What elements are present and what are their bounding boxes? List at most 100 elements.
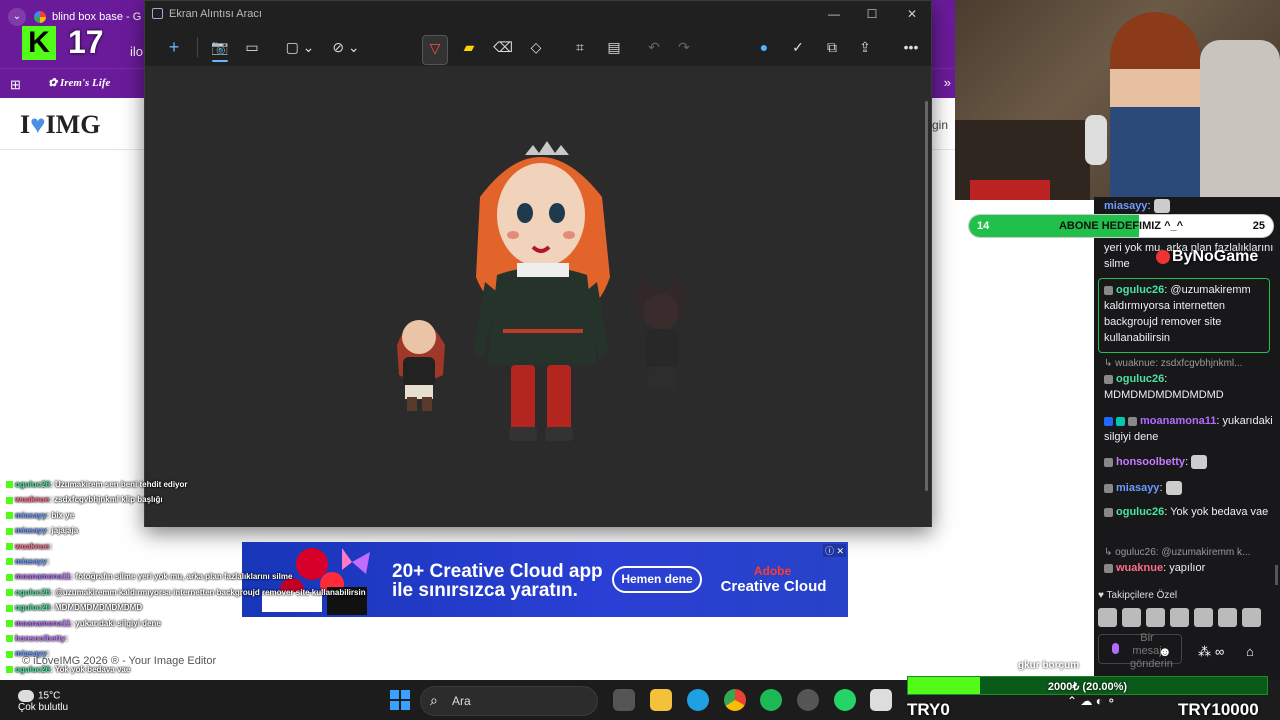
edge-icon[interactable] <box>687 689 709 711</box>
emote-icon[interactable] <box>1122 608 1141 627</box>
overlay-username: oguluc26 <box>15 480 51 489</box>
overlay-text: : Uzumakirem sen beni tehdit ediyor <box>50 480 188 489</box>
donation-goal-bar: 2000₺ (20.00%) <box>907 676 1268 695</box>
chat-username[interactable]: oguluc26 <box>1116 506 1164 518</box>
chat-message: miasayy: <box>1104 480 1274 496</box>
done-check-icon[interactable]: ✓ <box>785 35 811 59</box>
emoji-icon[interactable]: ☻ <box>1158 644 1172 659</box>
bookmarks-more-icon[interactable]: » <box>944 75 951 90</box>
redo-icon[interactable]: ↷ <box>671 35 697 59</box>
chat-message: honsoolbetty: <box>1104 454 1274 470</box>
file-explorer-icon[interactable] <box>650 689 672 711</box>
chat-scrollbar[interactable] <box>1275 565 1278 585</box>
text-actions-icon[interactable]: ▤ <box>601 35 627 59</box>
reply-text: wuaknue: zsdxfcgvbhjnkml... <box>1115 358 1243 369</box>
chrome-taskbar-icon[interactable] <box>724 689 746 711</box>
undo-icon[interactable]: ↶ <box>641 35 667 59</box>
weather-widget[interactable]: 15°C Çok bulutlu <box>18 690 68 713</box>
bookmark-label: Irem's Life <box>59 77 111 89</box>
minimize-button[interactable]: — <box>819 5 849 23</box>
badge-icon <box>1116 416 1125 426</box>
iloveimg-logo[interactable]: I♥IMG <box>20 110 100 140</box>
overlay-text: : yukarıdaki silgiyi dene <box>70 618 161 628</box>
chat-username[interactable]: moanamona11 <box>1140 415 1216 427</box>
ad-banner[interactable]: 20+ Creative Cloud app ile sınırsızca ya… <box>242 542 848 617</box>
start-button[interactable] <box>390 690 410 710</box>
overlay-chat-line: oguluc26: @uzumakiremm kaldırmıyorsa int… <box>6 588 366 603</box>
close-button[interactable]: ✕ <box>897 5 927 23</box>
emote-bar <box>1098 608 1261 627</box>
taskbar-search[interactable] <box>420 686 598 716</box>
microphone-icon[interactable] <box>1112 643 1119 654</box>
video-mode-icon[interactable]: ▭ <box>239 35 265 59</box>
vertical-scrollbar[interactable] <box>925 101 928 491</box>
obs-icon[interactable] <box>797 689 819 711</box>
screenshot-mode-icon[interactable]: 📷 <box>207 35 233 62</box>
snip-canvas[interactable] <box>145 67 931 527</box>
kick-counter: 17 <box>68 24 104 60</box>
more-options-icon[interactable]: ••• <box>898 35 924 59</box>
system-tray[interactable]: ⌃ ☁ ◐ ⚬ <box>1067 694 1116 708</box>
window-titlebar[interactable]: Ekran Alıntısı Aracı — ☐ ✕ <box>145 1 931 27</box>
faded-doll-figure <box>637 277 685 389</box>
tab-list-button[interactable]: ⌄ <box>8 8 26 26</box>
spotify-icon[interactable] <box>760 689 782 711</box>
chat-username[interactable]: miasayy <box>1104 200 1147 212</box>
emote-icon[interactable] <box>1194 608 1213 627</box>
chat-username[interactable]: honsoolbetty <box>1116 456 1185 468</box>
mode-indicator <box>212 60 228 62</box>
delay-select-icon[interactable]: ⊘ ⌄ <box>329 35 363 59</box>
shapes-icon[interactable]: ◇ <box>523 35 549 59</box>
reply-context[interactable]: ↳ oguluc26: @uzumakiremm k... <box>1104 547 1274 558</box>
new-snip-button[interactable]: + <box>161 35 187 59</box>
chat-username[interactable]: wuaknue <box>1116 562 1163 574</box>
app-icon[interactable] <box>870 689 892 711</box>
toolbar-divider <box>197 37 198 57</box>
pen-icon[interactable]: ▽ <box>422 35 448 65</box>
crop-icon[interactable]: ⌗ <box>567 35 593 59</box>
emote-icon[interactable] <box>1242 608 1261 627</box>
emote-icon[interactable] <box>1170 608 1189 627</box>
apps-grid-icon[interactable]: ⊞ <box>10 77 21 93</box>
chat-username[interactable]: oguluc26 <box>1116 284 1164 296</box>
login-link[interactable]: gin <box>932 118 948 132</box>
chat-message: oguluc26: @uzumakiremm kaldırmıyorsa int… <box>1104 282 1264 346</box>
ad-headline: 20+ Creative Cloud app ile sınırsızca ya… <box>392 562 603 600</box>
copy-icon[interactable]: ⧉ <box>819 35 845 59</box>
paint-icon[interactable]: ● <box>751 35 777 59</box>
reply-context[interactable]: ↳ wuaknue: zsdxfcgvbhjnkml... <box>1104 358 1274 369</box>
share-icon[interactable]: ⇪ <box>852 35 878 59</box>
infinity-icon[interactable]: ∞ <box>1215 644 1224 659</box>
logo-text: IMG <box>45 110 101 139</box>
ad-cta-button[interactable]: Hemen dene <box>612 566 702 593</box>
bynogame-icon <box>1156 249 1170 264</box>
gift-icon[interactable]: ⁂ <box>1198 644 1211 660</box>
store-icon[interactable]: ⌂ <box>1246 644 1254 659</box>
kick-badge-icon <box>6 481 13 489</box>
ad-close-icon[interactable]: ⓘ ✕ <box>822 544 846 557</box>
emote-icon[interactable] <box>1098 608 1117 627</box>
eraser-icon[interactable]: ⌫ <box>490 35 516 59</box>
url-bar[interactable]: ilo <box>130 44 143 59</box>
emote-icon[interactable] <box>1146 608 1165 627</box>
overlay-chat-line: moanamona11: yukarıdaki silgiyi dene <box>6 619 326 634</box>
search-icon: ⌕ <box>430 692 438 708</box>
emote-icon[interactable] <box>1218 608 1237 627</box>
overlay-text: : @uzumakiremm kaldırmıyorsa internetten… <box>50 587 366 597</box>
bookmark-item[interactable]: ✿ Irem's Life <box>48 76 110 89</box>
donation-progress-label: 2000₺ (20.00%) <box>1047 681 1128 693</box>
maximize-button[interactable]: ☐ <box>857 5 887 23</box>
chat-username[interactable]: miasayy <box>1116 482 1159 494</box>
emote-icon <box>1165 481 1182 496</box>
shape-select-icon[interactable]: ▢ ⌄ <box>283 35 317 59</box>
overlay-username: moanamona11 <box>15 572 71 582</box>
chat-username[interactable]: oguluc26 <box>1116 373 1164 385</box>
kick-logo: K <box>22 26 56 60</box>
whatsapp-icon[interactable] <box>834 689 856 711</box>
highlighter-icon[interactable]: ▰ <box>456 35 482 59</box>
emote-icon <box>1153 199 1170 214</box>
task-view-icon[interactable] <box>613 689 635 711</box>
kick-badge-icon <box>6 666 13 674</box>
overlay-chat-line: miasayy: jajajaja <box>6 526 326 541</box>
kick-badge-icon <box>6 527 13 535</box>
